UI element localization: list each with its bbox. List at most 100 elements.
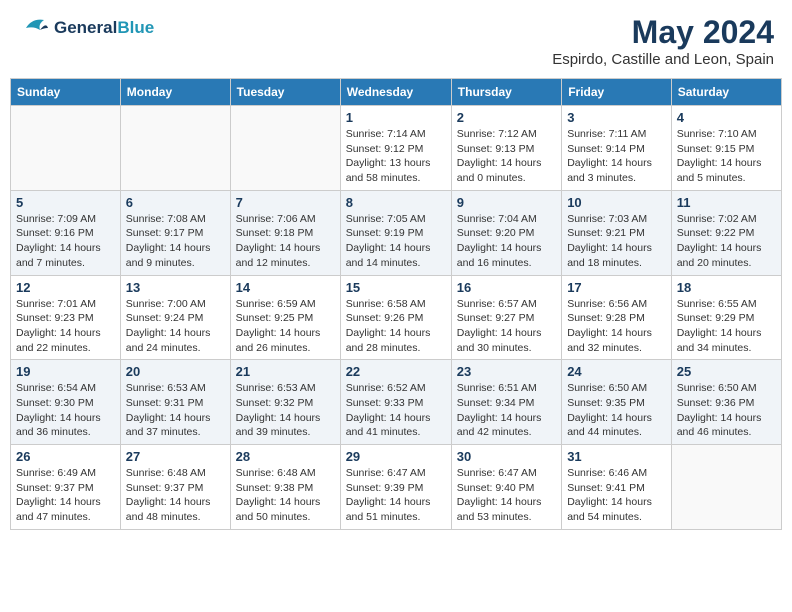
daylight-text: Daylight: 14 hours and 24 minutes. xyxy=(126,326,225,355)
header-tuesday: Tuesday xyxy=(230,79,340,106)
day-number: 31 xyxy=(567,449,666,464)
sunrise-text: Sunrise: 6:57 AM xyxy=(457,297,556,312)
daylight-text: Daylight: 14 hours and 3 minutes. xyxy=(567,156,666,185)
calendar-cell: 4Sunrise: 7:10 AMSunset: 9:15 PMDaylight… xyxy=(671,106,781,191)
day-number: 1 xyxy=(346,110,446,125)
calendar-week-row: 26Sunrise: 6:49 AMSunset: 9:37 PMDayligh… xyxy=(11,445,782,530)
calendar-cell: 5Sunrise: 7:09 AMSunset: 9:16 PMDaylight… xyxy=(11,190,121,275)
calendar-cell: 31 Sunrise: 6:46 AMSunset: 9:41 PMDayligh… xyxy=(562,445,672,530)
sunset-text: Sunset: 9:17 PM xyxy=(126,226,225,241)
day-number: 9 xyxy=(457,195,556,210)
day-info: Sunrise: 7:01 AMSunset: 9:23 PMDaylight:… xyxy=(16,297,115,356)
calendar-cell: 14 Sunrise: 6:59 AMSunset: 9:25 PMDayligh… xyxy=(230,275,340,360)
sunset-text: Sunset: 9:34 PM xyxy=(457,396,556,411)
day-info: Sunrise: 6:59 AMSunset: 9:25 PMDaylight:… xyxy=(236,297,335,356)
daylight-text: Daylight: 14 hours and 48 minutes. xyxy=(126,495,225,524)
sunrise-text: Sunrise: 7:09 AM xyxy=(16,212,115,227)
sunset-text: Sunset: 9:37 PM xyxy=(16,481,115,496)
sunset-text: Sunset: 9:21 PM xyxy=(567,226,666,241)
daylight-text: Daylight: 14 hours and 22 minutes. xyxy=(16,326,115,355)
sunset-text: Sunset: 9:41 PM xyxy=(567,481,666,496)
sunset-text: Sunset: 9:20 PM xyxy=(457,226,556,241)
calendar-cell: 9Sunrise: 7:04 AMSunset: 9:20 PMDaylight… xyxy=(451,190,561,275)
month-title: May 2024 xyxy=(552,14,774,51)
day-info: Sunrise: 6:46 AMSunset: 9:41 PMDaylight:… xyxy=(567,466,666,525)
calendar-cell: 13 Sunrise: 7:00 AMSunset: 9:24 PMDayligh… xyxy=(120,275,230,360)
sunset-text: Sunset: 9:26 PM xyxy=(346,311,446,326)
day-number: 13 xyxy=(126,280,225,295)
day-number: 27 xyxy=(126,449,225,464)
sunset-text: Sunset: 9:40 PM xyxy=(457,481,556,496)
day-number: 6 xyxy=(126,195,225,210)
day-info: Sunrise: 7:10 AMSunset: 9:15 PMDaylight:… xyxy=(677,127,776,186)
daylight-text: Daylight: 14 hours and 14 minutes. xyxy=(346,241,446,270)
daylight-text: Daylight: 14 hours and 34 minutes. xyxy=(677,326,776,355)
daylight-text: Daylight: 14 hours and 16 minutes. xyxy=(457,241,556,270)
calendar-cell: 15Sunrise: 6:58 AMSunset: 9:26 PMDayligh… xyxy=(340,275,451,360)
logo: GeneralBlue xyxy=(18,14,154,42)
calendar-week-row: 1 Sunrise: 7:14 AMSunset: 9:12 PMDaylight… xyxy=(11,106,782,191)
sunrise-text: Sunrise: 6:46 AM xyxy=(567,466,666,481)
sunrise-text: Sunrise: 7:01 AM xyxy=(16,297,115,312)
day-number: 14 xyxy=(236,280,335,295)
day-info: Sunrise: 7:11 AMSunset: 9:14 PMDaylight:… xyxy=(567,127,666,186)
sunset-text: Sunset: 9:15 PM xyxy=(677,142,776,157)
day-number: 8 xyxy=(346,195,446,210)
day-number: 24 xyxy=(567,364,666,379)
day-number: 12 xyxy=(16,280,115,295)
sunrise-text: Sunrise: 7:14 AM xyxy=(346,127,446,142)
calendar-cell: 27Sunrise: 6:48 AMSunset: 9:37 PMDayligh… xyxy=(120,445,230,530)
calendar-cell: 29 Sunrise: 6:47 AMSunset: 9:39 PMDayligh… xyxy=(340,445,451,530)
sunset-text: Sunset: 9:16 PM xyxy=(16,226,115,241)
sunset-text: Sunset: 9:28 PM xyxy=(567,311,666,326)
day-number: 25 xyxy=(677,364,776,379)
day-number: 10 xyxy=(567,195,666,210)
day-info: Sunrise: 6:57 AMSunset: 9:27 PMDaylight:… xyxy=(457,297,556,356)
day-info: Sunrise: 6:48 AMSunset: 9:38 PMDaylight:… xyxy=(236,466,335,525)
day-info: Sunrise: 6:47 AMSunset: 9:39 PMDaylight:… xyxy=(346,466,446,525)
calendar-cell: 26Sunrise: 6:49 AMSunset: 9:37 PMDayligh… xyxy=(11,445,121,530)
day-number: 29 xyxy=(346,449,446,464)
calendar-cell: 25Sunrise: 6:50 AMSunset: 9:36 PMDayligh… xyxy=(671,360,781,445)
sunset-text: Sunset: 9:29 PM xyxy=(677,311,776,326)
logo-blue: Blue xyxy=(117,18,154,37)
sunrise-text: Sunrise: 6:50 AM xyxy=(677,381,776,396)
calendar-cell: 16Sunrise: 6:57 AMSunset: 9:27 PMDayligh… xyxy=(451,275,561,360)
sunrise-text: Sunrise: 7:12 AM xyxy=(457,127,556,142)
day-number: 28 xyxy=(236,449,335,464)
sunset-text: Sunset: 9:27 PM xyxy=(457,311,556,326)
daylight-text: Daylight: 14 hours and 53 minutes. xyxy=(457,495,556,524)
sunrise-text: Sunrise: 6:54 AM xyxy=(16,381,115,396)
sunrise-text: Sunrise: 7:10 AM xyxy=(677,127,776,142)
day-info: Sunrise: 7:14 AMSunset: 9:12 PMDaylight:… xyxy=(346,127,446,186)
day-info: Sunrise: 6:47 AMSunset: 9:40 PMDaylight:… xyxy=(457,466,556,525)
daylight-text: Daylight: 14 hours and 12 minutes. xyxy=(236,241,335,270)
sunset-text: Sunset: 9:31 PM xyxy=(126,396,225,411)
day-number: 15 xyxy=(346,280,446,295)
daylight-text: Daylight: 14 hours and 9 minutes. xyxy=(126,241,225,270)
calendar-table: SundayMondayTuesdayWednesdayThursdayFrid… xyxy=(10,78,782,530)
sunset-text: Sunset: 9:23 PM xyxy=(16,311,115,326)
daylight-text: Daylight: 14 hours and 36 minutes. xyxy=(16,411,115,440)
sunset-text: Sunset: 9:18 PM xyxy=(236,226,335,241)
daylight-text: Daylight: 14 hours and 54 minutes. xyxy=(567,495,666,524)
calendar-cell: 22Sunrise: 6:52 AMSunset: 9:33 PMDayligh… xyxy=(340,360,451,445)
sunrise-text: Sunrise: 6:52 AM xyxy=(346,381,446,396)
sunrise-text: Sunrise: 6:50 AM xyxy=(567,381,666,396)
sunrise-text: Sunrise: 7:06 AM xyxy=(236,212,335,227)
calendar-cell: 28 Sunrise: 6:48 AMSunset: 9:38 PMDayligh… xyxy=(230,445,340,530)
calendar-cell xyxy=(11,106,121,191)
daylight-text: Daylight: 14 hours and 28 minutes. xyxy=(346,326,446,355)
daylight-text: Daylight: 14 hours and 37 minutes. xyxy=(126,411,225,440)
sunrise-text: Sunrise: 7:00 AM xyxy=(126,297,225,312)
day-number: 5 xyxy=(16,195,115,210)
sunrise-text: Sunrise: 6:47 AM xyxy=(346,466,446,481)
day-number: 19 xyxy=(16,364,115,379)
day-info: Sunrise: 7:00 AMSunset: 9:24 PMDaylight:… xyxy=(126,297,225,356)
header-saturday: Saturday xyxy=(671,79,781,106)
day-info: Sunrise: 7:06 AMSunset: 9:18 PMDaylight:… xyxy=(236,212,335,271)
day-number: 20 xyxy=(126,364,225,379)
sunrise-text: Sunrise: 7:02 AM xyxy=(677,212,776,227)
sunrise-text: Sunrise: 6:59 AM xyxy=(236,297,335,312)
sunset-text: Sunset: 9:37 PM xyxy=(126,481,225,496)
